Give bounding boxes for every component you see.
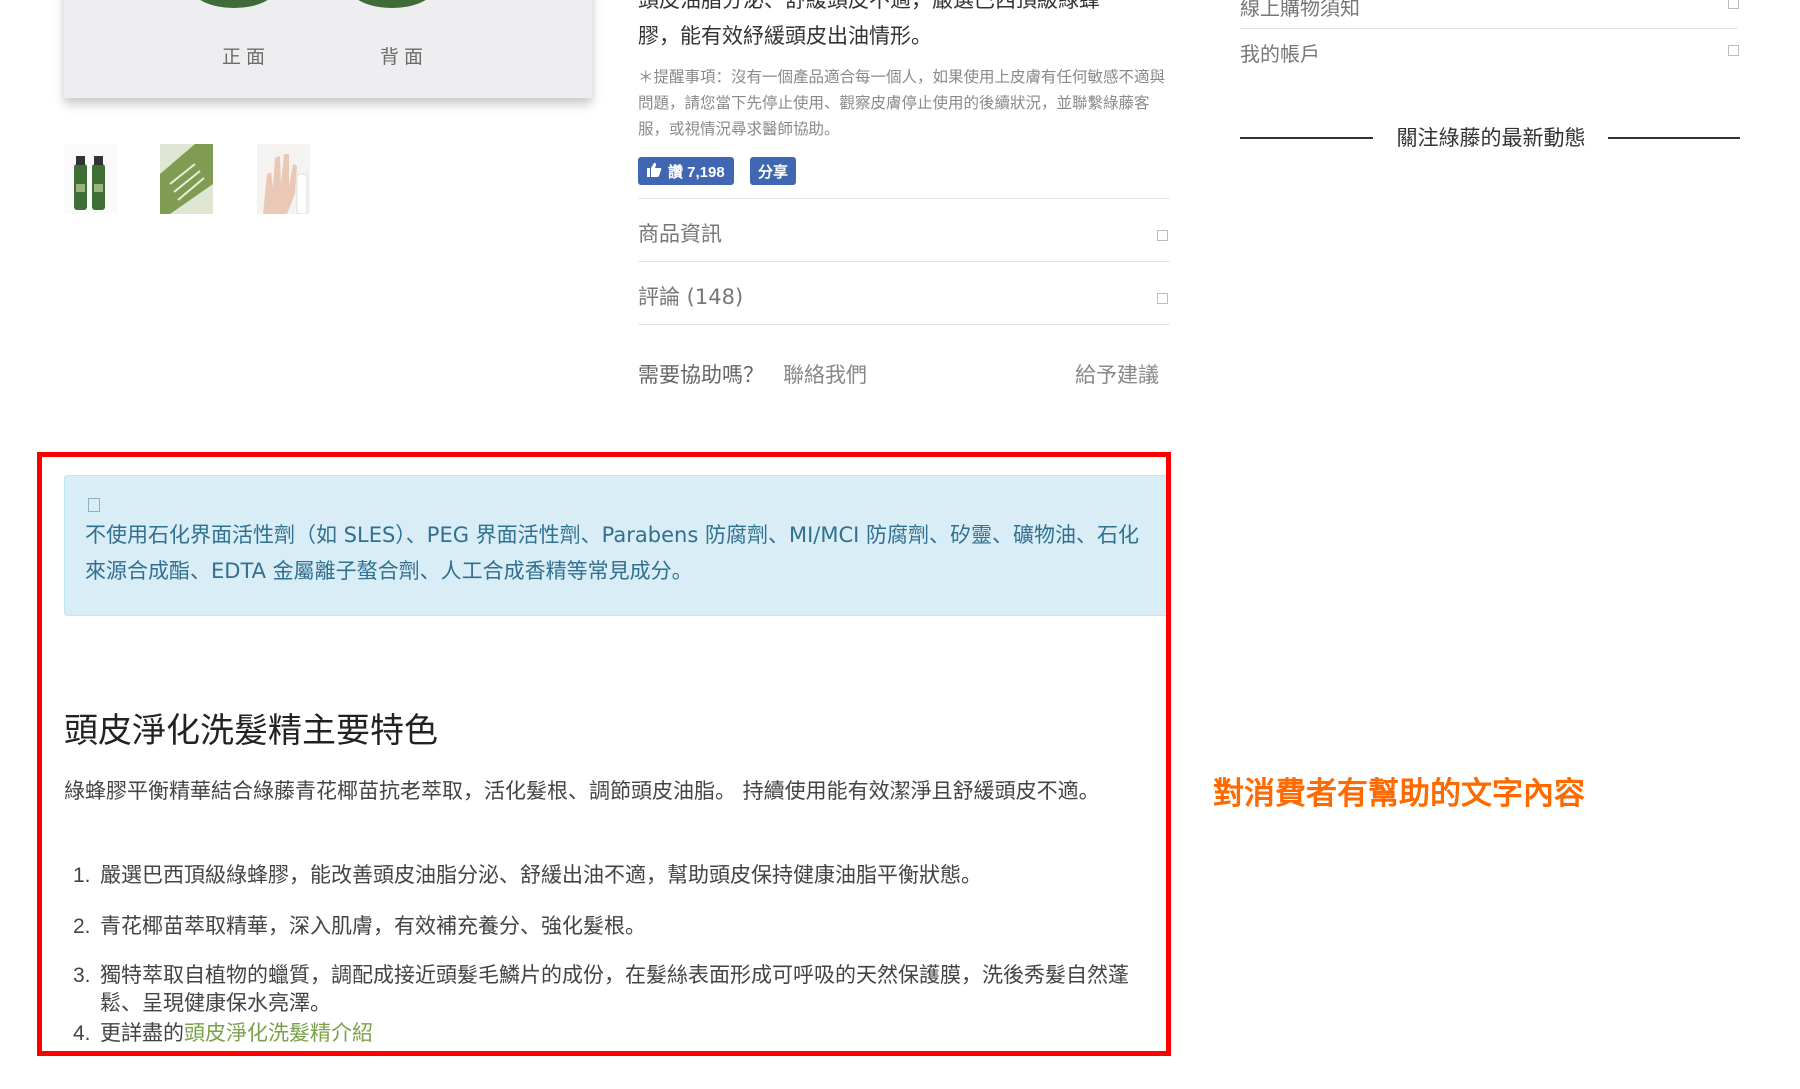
divider — [638, 198, 1170, 199]
sidebar-item-my-account[interactable]: 我的帳戶 — [1240, 38, 1320, 67]
divider — [638, 261, 1170, 262]
give-suggestion-link[interactable]: 給予建議 — [1075, 359, 1159, 389]
product-description: 頭皮油脂分泌、舒緩頭皮不適，嚴選巴西頂級綠蜂 膠，能有效紓緩頭皮出油情形。 — [638, 0, 1168, 54]
accordion-product-info[interactable]: 商品資訊 — [638, 218, 722, 248]
follow-title: 關注綠藤的最新動態 — [1396, 126, 1586, 150]
divider — [1240, 28, 1738, 29]
product-main-image[interactable]: 正面 背面 — [64, 0, 592, 98]
usage-reminder: ＊提醒事項：沒有一個產品適合每一個人，如果使用上皮膚有任何敏感不適與問題，請您當… — [638, 68, 1166, 138]
accordion-reviews[interactable]: 評論 (148) — [638, 281, 743, 311]
like-count-label: 讚 7,198 — [668, 163, 725, 181]
bottle-back-image — [350, 0, 434, 8]
thumbnail-label-closeup[interactable] — [160, 144, 213, 214]
facebook-like-button[interactable]: 讚 7,198 — [638, 157, 734, 185]
back-caption: 背面 — [380, 46, 429, 68]
thumbnail-hand-texture[interactable] — [257, 144, 310, 214]
bottle-front-image — [192, 0, 276, 8]
divider — [638, 324, 1170, 325]
chevron-down-icon[interactable] — [1157, 293, 1168, 304]
thumbs-up-icon — [646, 162, 662, 181]
description-line-2: 膠，能有效紓緩頭皮出油情形。 — [638, 24, 932, 48]
contact-us-link[interactable]: 聯絡我們 — [783, 359, 867, 389]
highlight-frame — [37, 452, 1171, 1056]
chevron-down-icon[interactable] — [1728, 0, 1739, 9]
annotation-label: 對消費者有幫助的文字內容 — [1213, 776, 1585, 812]
follow-title-rule-right — [1608, 137, 1740, 139]
sidebar-item-shopping-notice[interactable]: 線上購物須知 — [1240, 0, 1360, 21]
chevron-down-icon[interactable] — [1728, 45, 1739, 56]
chevron-down-icon[interactable] — [1157, 230, 1168, 241]
front-caption: 正面 — [222, 46, 271, 68]
follow-title-rule-left — [1240, 137, 1373, 139]
thumbnail-bottles[interactable] — [64, 144, 117, 214]
facebook-share-button[interactable]: 分享 — [750, 157, 797, 185]
description-line-1: 頭皮油脂分泌、舒緩頭皮不適，嚴選巴西頂級綠蜂 — [638, 0, 1100, 12]
help-question: 需要協助嗎？ — [638, 363, 764, 387]
